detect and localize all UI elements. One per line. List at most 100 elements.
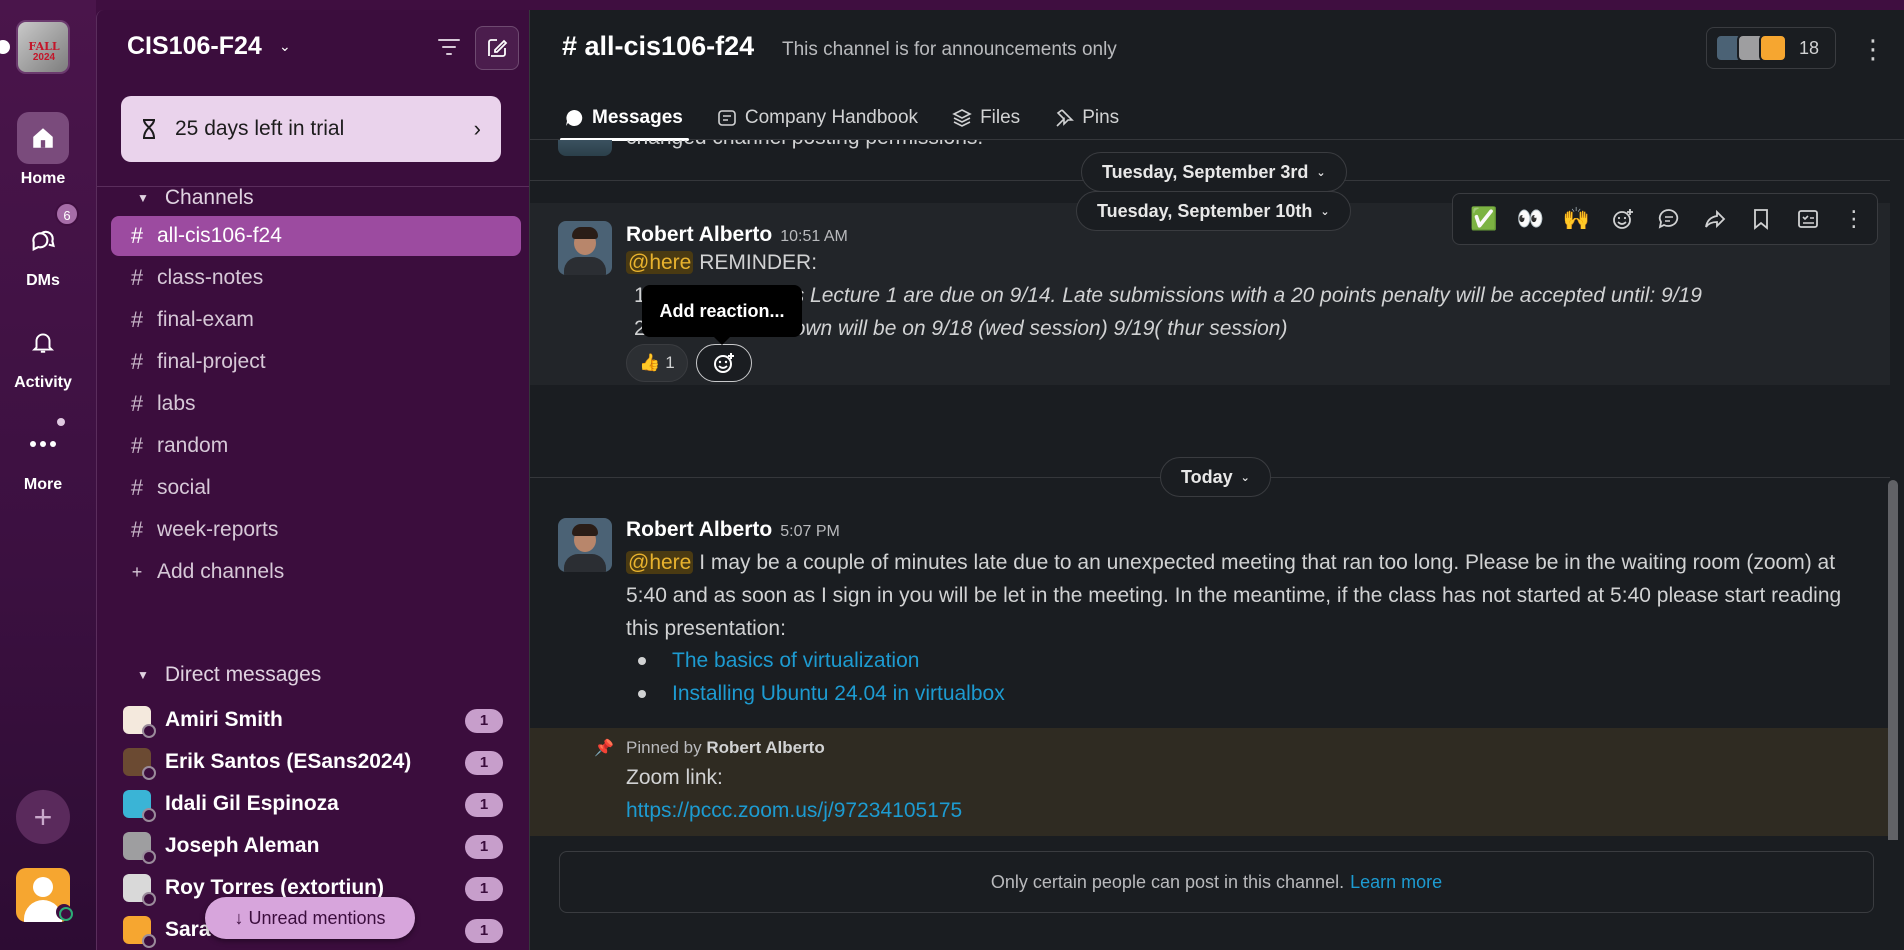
dms-section-header[interactable]: ▼ Direct messages [137, 663, 321, 687]
react-eyes-button[interactable]: 👀 [1507, 199, 1553, 239]
reaction-thumbs-up[interactable]: 👍 1 [626, 344, 688, 382]
message-late-notice[interactable]: Robert Alberto 5:07 PM @here I may be a c… [530, 512, 1890, 728]
date-pill-sep-3[interactable]: Tuesday, September 3rd ⌄ [1081, 152, 1347, 192]
sidebar-dm-amiri-smith[interactable]: Amiri Smith 1 [111, 700, 521, 740]
link-basics-of-virtualization[interactable]: The basics of virtualization [626, 644, 1005, 677]
unread-badge: 1 [465, 877, 503, 901]
unread-badge: 1 [465, 919, 503, 943]
learn-more-link[interactable]: Learn more [1350, 872, 1442, 893]
message-author[interactable]: Robert Alberto 10:51 AM [626, 223, 848, 247]
reply-thread-button[interactable] [1646, 199, 1692, 239]
add-reaction-toolbar-button[interactable] [1600, 199, 1646, 239]
zoom-link[interactable]: https://pccc.zoom.us/j/97234105175 [626, 799, 962, 823]
channels-section-header[interactable]: ▼ Channels [137, 186, 254, 210]
tab-company-handbook[interactable]: Company Handbook [717, 96, 918, 140]
reminder-button[interactable] [1785, 199, 1831, 239]
more-actions-button[interactable]: ⋮ [1831, 199, 1877, 239]
date-pill-sep-10[interactable]: Tuesday, September 10th ⌄ [1076, 191, 1351, 231]
avatar[interactable] [558, 221, 612, 275]
avatar [123, 874, 156, 906]
react-check-button[interactable]: ✅ [1461, 199, 1507, 239]
avatar [1759, 34, 1787, 62]
trial-text: 25 days left in trial [175, 117, 345, 140]
caret-down-icon: ▼ [137, 668, 149, 682]
chevron-right-icon: › [473, 116, 481, 141]
trial-banner[interactable]: 25 days left in trial › [121, 96, 501, 162]
reply-thread-icon [1658, 209, 1679, 229]
rail-activity[interactable]: Activity [0, 316, 86, 392]
bell-icon [17, 316, 69, 368]
unread-mentions-button[interactable]: ↓ Unread mentions [205, 897, 415, 939]
sidebar-channel-all-cis106-f24[interactable]: # all-cis106-f24 [111, 216, 521, 256]
author-name: Robert Alberto [626, 223, 773, 246]
add-reaction-icon [714, 353, 734, 373]
message-line: s Lecture 1 are due on 9/14. Late submis… [793, 284, 1702, 307]
dm-name: Sara [165, 918, 211, 941]
add-channels-label: Add channels [157, 560, 285, 583]
forward-button[interactable] [1692, 199, 1738, 239]
message-body: @here REMINDER: 1s Lecture 1 are due on … [626, 246, 1876, 345]
link-installing-ubuntu[interactable]: Installing Ubuntu 24.04 in virtualbox [626, 677, 1005, 710]
workspace-name[interactable]: CIS106-F24 [127, 32, 262, 61]
chevron-down-icon: ⌄ [1240, 471, 1250, 484]
chevron-down-icon[interactable]: ⌄ [279, 38, 291, 55]
message-list: changed channel posting permissions. Tue… [530, 140, 1904, 840]
sidebar-dm-joseph-aleman[interactable]: Joseph Aleman 1 [111, 826, 521, 866]
sidebar-channel-week-reports[interactable]: # week-reports [111, 510, 521, 550]
compose-button[interactable] [475, 26, 519, 70]
workspace-logo[interactable]: FALL 2024 [16, 20, 70, 74]
pinned-by-name[interactable]: Robert Alberto [706, 738, 824, 757]
kebab-icon[interactable]: ⋮ [1860, 34, 1886, 66]
pinned-message[interactable]: 📌 Pinned by Robert Alberto Zoom link: ht… [530, 728, 1890, 836]
message-actions-toolbar: ✅ 👀 🙌 ⋮ [1452, 193, 1878, 245]
sidebar-dm-idali-gil-espinoza[interactable]: Idali Gil Espinoza 1 [111, 784, 521, 824]
sidebar-channel-final-exam[interactable]: # final-exam [111, 300, 521, 340]
sidebar-channel-social[interactable]: # social [111, 468, 521, 508]
message-timestamp[interactable]: 5:07 PM [780, 523, 840, 540]
message-body: @here I may be a couple of minutes late … [626, 546, 1876, 645]
sidebar-channel-class-notes[interactable]: # class-notes [111, 258, 521, 298]
filter-icon[interactable] [437, 36, 467, 62]
tab-messages[interactable]: Messages [560, 96, 689, 141]
eyes-emoji-icon: 👀 [1516, 206, 1545, 231]
sidebar-dm-erik-santos[interactable]: Erik Santos (ESans2024) 1 [111, 742, 521, 782]
here-mention[interactable]: @here [626, 251, 694, 274]
channel-title[interactable]: # all-cis106-f24 [562, 31, 754, 62]
rail-dms[interactable]: 6 DMs [0, 202, 86, 290]
message-author[interactable]: Robert Alberto 5:07 PM [626, 518, 840, 542]
channel-name: final-project [157, 350, 266, 373]
tab-label: Pins [1082, 107, 1120, 128]
add-channels-button[interactable]: + Add channels [111, 552, 521, 592]
hourglass-icon [143, 119, 155, 139]
sidebar-channel-random[interactable]: # random [111, 426, 521, 466]
message-text: Zoom link: [626, 766, 723, 789]
message-timestamp[interactable]: 10:51 AM [780, 228, 848, 245]
forward-icon [1705, 209, 1726, 229]
bookmark-button[interactable] [1738, 199, 1784, 239]
rail-more[interactable]: More [0, 418, 86, 494]
add-reaction-button[interactable] [696, 344, 752, 382]
unread-badge: 1 [465, 709, 503, 733]
channel-name: all-cis106-f24 [157, 224, 282, 247]
rail-home[interactable]: Home [0, 112, 86, 188]
workspace-logo-year: 2024 [32, 52, 56, 63]
sidebar-channel-final-project[interactable]: # final-project [111, 342, 521, 382]
channel-name: final-exam [157, 308, 254, 331]
sidebar-channel-labs[interactable]: # labs [111, 384, 521, 424]
members-button[interactable]: 18 [1706, 27, 1836, 69]
workspace-switch-indicator [0, 40, 10, 54]
avatar[interactable] [558, 518, 612, 572]
here-mention[interactable]: @here [626, 551, 694, 574]
date-pill-today[interactable]: Today ⌄ [1160, 457, 1271, 497]
caret-down-icon: ▼ [137, 191, 149, 205]
tab-pins[interactable]: Pins [1054, 96, 1119, 140]
date-label: Today [1181, 466, 1233, 487]
message-reminder[interactable]: Tuesday, September 10th ⌄ Robert Alberto 1… [530, 191, 1890, 385]
tab-label: Files [980, 107, 1021, 128]
tab-files[interactable]: Files [952, 96, 1020, 140]
chat-bubble-icon [566, 109, 583, 126]
react-raised-hands-button[interactable]: 🙌 [1553, 199, 1599, 239]
tab-label: Messages [592, 107, 683, 128]
scrollbar[interactable] [1888, 480, 1898, 840]
add-workspace-button[interactable]: + [16, 790, 70, 844]
